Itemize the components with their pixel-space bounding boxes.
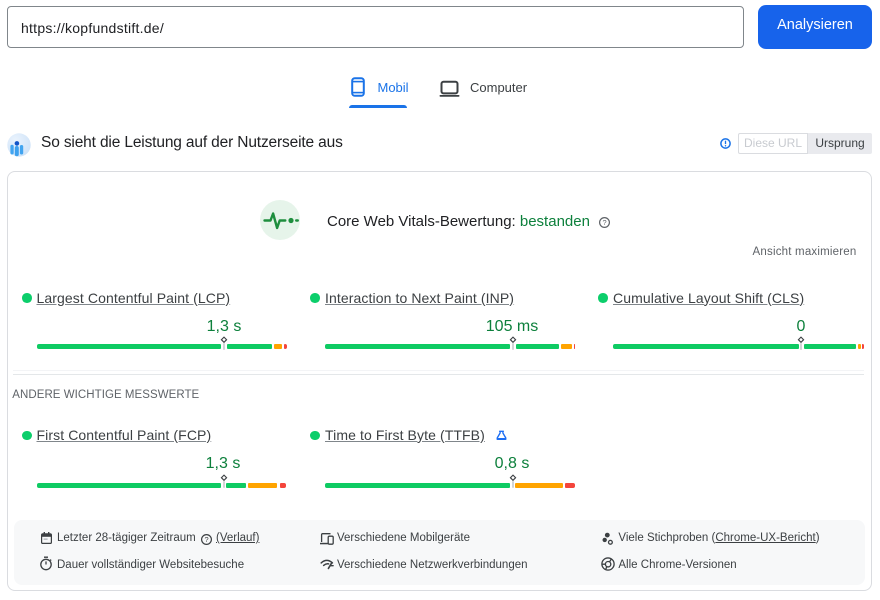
svg-text:?: ? <box>602 218 606 227</box>
svg-text:?: ? <box>204 535 208 544</box>
